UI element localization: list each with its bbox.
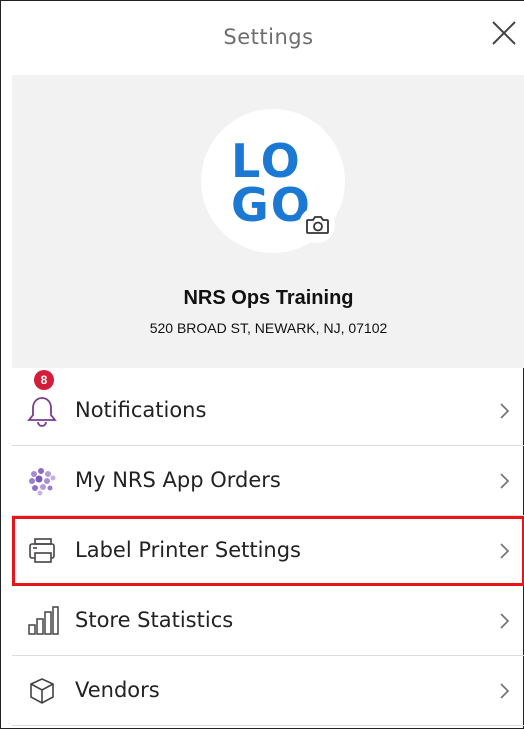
notification-count-badge: 8 bbox=[34, 370, 54, 390]
chevron-right-icon bbox=[500, 613, 510, 629]
settings-panel: Settings LO GO NRS Ops Training 520 BROA… bbox=[0, 0, 524, 729]
logo-line-1: LO bbox=[231, 134, 302, 188]
chevron-right-icon bbox=[500, 473, 510, 489]
camera-icon bbox=[306, 216, 329, 234]
bar-chart-icon bbox=[28, 606, 59, 635]
page-title: Settings bbox=[223, 25, 314, 49]
profile-section: LO GO NRS Ops Training 520 BROAD ST, NEW… bbox=[12, 75, 524, 368]
menu-item-label: Label Printer Settings bbox=[75, 538, 301, 562]
close-icon[interactable] bbox=[487, 16, 521, 50]
menu-item-vendors[interactable]: Vendors bbox=[12, 656, 524, 726]
menu-item-notifications[interactable]: 8 Notifications bbox=[12, 370, 524, 446]
menu-item-label-printer-settings[interactable]: Label Printer Settings bbox=[12, 516, 524, 586]
chevron-right-icon bbox=[500, 543, 510, 559]
menu-item-store-statistics[interactable]: Store Statistics bbox=[12, 586, 524, 656]
printer-icon bbox=[29, 538, 55, 563]
menu-item-label: My NRS App Orders bbox=[75, 468, 281, 492]
box-icon bbox=[30, 678, 54, 704]
app-orders-icon bbox=[29, 468, 56, 496]
chevron-right-icon bbox=[500, 403, 510, 419]
menu-item-label: Notifications bbox=[75, 398, 207, 422]
menu-item-app-orders[interactable]: My NRS App Orders bbox=[12, 446, 524, 516]
store-name: NRS Ops Training bbox=[183, 287, 354, 309]
store-address: 520 BROAD ST, NEWARK, NJ, 07102 bbox=[149, 320, 388, 336]
menu-item-label: Store Statistics bbox=[75, 608, 234, 632]
store-logo[interactable]: LO GO bbox=[201, 109, 345, 253]
change-logo-button[interactable] bbox=[299, 207, 335, 243]
menu-item-label: Vendors bbox=[75, 678, 160, 702]
settings-menu: 8 Notifications My NRS App Orders Label … bbox=[12, 370, 524, 726]
bell-icon bbox=[27, 397, 57, 427]
chevron-right-icon bbox=[500, 683, 510, 699]
header: Settings bbox=[12, 1, 524, 75]
